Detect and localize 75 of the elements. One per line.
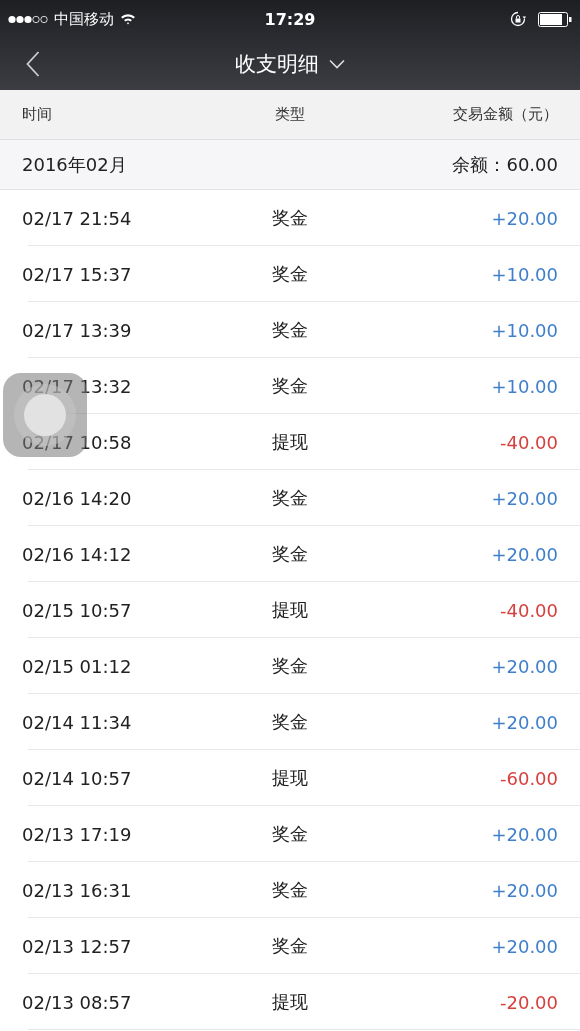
transaction-row[interactable]: 02/14 11:34 奖金 +20.00: [0, 694, 580, 750]
time-cell-text: 02/13 17:19: [22, 823, 133, 845]
column-header: 类型: [274, 105, 306, 124]
amount-cell-text: +20.00: [490, 823, 558, 845]
amount-cell-text: -40.00: [499, 431, 558, 453]
transaction-row[interactable]: 02/13 16:31 奖金 +20.00: [0, 862, 580, 918]
time-cell-text: 02/15 10:57: [22, 599, 133, 621]
column-header: 交易金额（元）: [452, 105, 558, 124]
time-cell-text: 02/16 14:20: [22, 487, 133, 509]
time-cell-text: 02/17 10:58: [22, 431, 133, 453]
amount-cell-text: +20.00: [490, 879, 558, 901]
time-cell-text: 02/17 21:54: [22, 207, 133, 229]
wifi-icon: [120, 13, 136, 25]
amount-cell-text: +10.00: [490, 263, 558, 285]
transaction-row[interactable]: 02/17 13:32 奖金 +10.00: [0, 358, 580, 414]
amount-cell-text: -20.00: [499, 991, 558, 1013]
title-dropdown[interactable]: 收支明细: [235, 50, 345, 78]
type-cell-text: 奖金: [271, 710, 309, 734]
back-button[interactable]: [26, 51, 40, 77]
transaction-row[interactable]: 02/13 17:19 奖金 +20.00: [0, 806, 580, 862]
time-cell-text: 02/13 16:31: [22, 879, 133, 901]
time-cell-text: 02/15 01:12: [22, 655, 133, 677]
amount-cell-text: +20.00: [490, 935, 558, 957]
carrier-name: 中国移动: [54, 9, 114, 29]
column-header: 时间: [22, 105, 53, 124]
transaction-row[interactable]: 02/16 14:12 奖金 +20.00: [0, 526, 580, 582]
type-cell-text: 奖金: [271, 374, 309, 398]
amount-cell-text: +20.00: [490, 711, 558, 733]
month-label: 2016年02月: [22, 152, 127, 177]
type-cell-text: 提现: [271, 766, 309, 790]
type-cell-text: 提现: [271, 990, 309, 1014]
transaction-row[interactable]: 02/14 10:57 提现 -60.00: [0, 750, 580, 806]
amount-cell-text: +20.00: [490, 655, 558, 677]
type-cell-text: 提现: [271, 430, 309, 454]
transaction-row[interactable]: 02/17 15:37 奖金 +10.00: [0, 246, 580, 302]
type-cell-text: 奖金: [271, 878, 309, 902]
type-cell-text: 奖金: [271, 206, 309, 230]
transaction-row[interactable]: 02/13 08:57 提现 -20.00: [0, 974, 580, 1030]
transaction-row[interactable]: 02/15 01:12 奖金 +20.00: [0, 638, 580, 694]
transaction-row[interactable]: 02/17 10:58 提现 -40.00: [0, 414, 580, 470]
type-cell-text: 提现: [271, 598, 309, 622]
amount-cell-text: +20.00: [490, 543, 558, 565]
battery-icon: [538, 11, 572, 27]
time-cell-text: 02/13 08:57: [22, 991, 133, 1013]
type-cell-text: 奖金: [271, 654, 309, 678]
amount-cell-text: +10.00: [490, 319, 558, 341]
amount-cell-text: +20.00: [490, 207, 558, 229]
time-cell-text: 02/17 13:32: [22, 375, 133, 397]
amount-cell-text: +10.00: [490, 375, 558, 397]
transaction-row[interactable]: 02/15 10:57 提现 -40.00: [0, 582, 580, 638]
time-cell-text: 02/16 14:12: [22, 543, 133, 565]
time-cell-text: 02/14 10:57: [22, 767, 133, 789]
back-icon: [26, 51, 40, 77]
status-time: 17:29: [264, 9, 316, 29]
type-cell-text: 奖金: [271, 318, 309, 342]
amount-cell-text: +20.00: [490, 487, 558, 509]
time-cell-text: 02/17 15:37: [22, 263, 133, 285]
amount-cell-text: -60.00: [499, 767, 558, 789]
type-cell-text: 奖金: [271, 822, 309, 846]
amount-cell-text: -40.00: [499, 599, 558, 621]
chevron-down-icon: [329, 59, 345, 69]
signal-icon: [8, 14, 48, 24]
time-cell-text: 02/13 12:57: [22, 935, 133, 957]
transaction-row[interactable]: 02/17 13:39 奖金 +10.00: [0, 302, 580, 358]
rotation-lock-icon: [510, 11, 526, 27]
type-cell-text: 奖金: [271, 542, 309, 566]
type-cell-text: 奖金: [271, 486, 309, 510]
transaction-row[interactable]: 02/16 14:20 奖金 +20.00: [0, 470, 580, 526]
transaction-row[interactable]: 02/13 12:57 奖金 +20.00: [0, 918, 580, 974]
time-cell-text: 02/14 11:34: [22, 711, 133, 733]
type-cell-text: 奖金: [271, 934, 309, 958]
time-cell-text: 02/17 13:39: [22, 319, 133, 341]
transaction-row[interactable]: 02/17 21:54 奖金 +20.00: [0, 190, 580, 246]
type-cell-text: 奖金: [271, 262, 309, 286]
balance-text: 余额：60.00: [452, 152, 558, 177]
